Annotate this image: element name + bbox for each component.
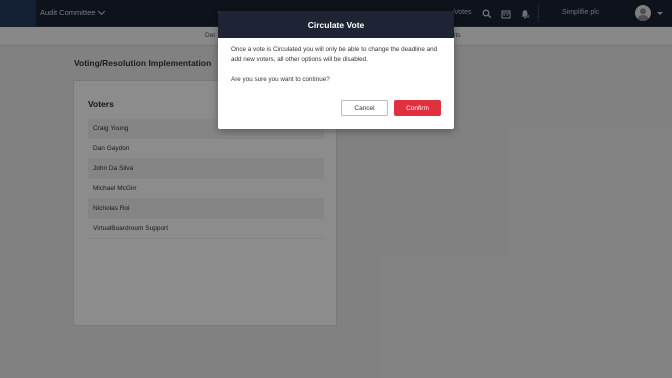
dialog-body: Once a vote is Circulated you will only … — [218, 38, 454, 85]
dialog-question: Are you sure you want to continue? — [231, 76, 330, 83]
cancel-button[interactable]: Cancel — [341, 100, 388, 116]
dialog-footer: Cancel Confirm — [341, 100, 441, 116]
dialog-title: Circulate Vote — [307, 19, 365, 30]
dialog-message: Once a vote is Circulated you will only … — [231, 46, 438, 63]
circulate-vote-dialog: Circulate Vote Once a vote is Circulated… — [218, 11, 454, 129]
confirm-button[interactable]: Confirm — [394, 100, 441, 116]
dialog-header: Circulate Vote — [218, 11, 454, 38]
